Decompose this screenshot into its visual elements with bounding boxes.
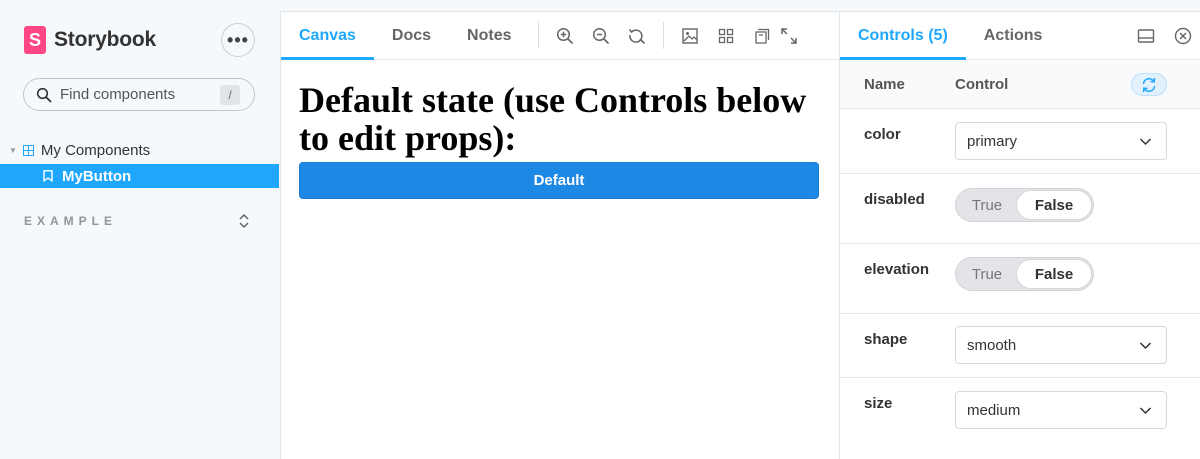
sidebar: S Storybook ••• Find components / ▼ My C… bbox=[0, 0, 280, 459]
shape-select[interactable]: smooth bbox=[955, 326, 1167, 364]
caret-down-icon: ▼ bbox=[9, 145, 17, 155]
addons-panel: Controls (5) Actions Name Control color bbox=[839, 11, 1200, 459]
canvas-panel: Canvas Docs Notes Default state (use Con… bbox=[280, 11, 840, 459]
tree-item-label: MyButton bbox=[62, 167, 132, 185]
toggle-option-true[interactable]: True bbox=[956, 197, 1018, 214]
section-label: EXAMPLE bbox=[24, 214, 118, 228]
zoom-reset-icon bbox=[628, 28, 645, 44]
zoom-out-button[interactable] bbox=[583, 12, 619, 59]
close-panel-button[interactable] bbox=[1164, 26, 1200, 46]
tab-canvas[interactable]: Canvas bbox=[281, 12, 374, 60]
controls-table-header: Name Control bbox=[840, 61, 1200, 109]
ellipsis-icon: ••• bbox=[227, 29, 249, 50]
outline-icon bbox=[754, 28, 769, 44]
panel-orientation-button[interactable] bbox=[1127, 26, 1164, 46]
toggle-option-true[interactable]: True bbox=[956, 266, 1018, 283]
story-heading: Default state (use Controls below to edi… bbox=[299, 80, 807, 158]
section-example[interactable]: EXAMPLE bbox=[24, 212, 254, 230]
brand-name: Storybook bbox=[54, 28, 157, 51]
tab-docs[interactable]: Docs bbox=[374, 12, 449, 59]
default-button[interactable]: Default bbox=[299, 162, 819, 199]
toolbar-divider bbox=[662, 22, 664, 49]
storybook-app: S Storybook ••• Find components / ▼ My C… bbox=[0, 0, 1200, 459]
toolbar-divider bbox=[537, 22, 539, 49]
chevron-down-icon bbox=[1139, 407, 1152, 415]
close-icon bbox=[1174, 27, 1191, 45]
panel-layout-icon bbox=[1137, 29, 1154, 43]
select-value: primary bbox=[967, 132, 1018, 150]
panel-actions bbox=[1127, 12, 1200, 60]
menu-button[interactable]: ••• bbox=[221, 23, 255, 57]
zoom-reset-button[interactable] bbox=[619, 12, 655, 59]
control-row-size: size medium bbox=[840, 378, 1200, 459]
control-row-elevation: elevation True False bbox=[840, 244, 1200, 314]
background-icon bbox=[681, 27, 698, 44]
bookmark-icon bbox=[43, 170, 53, 182]
control-row-disabled: disabled True False bbox=[840, 174, 1200, 244]
toggle-option-false[interactable]: False bbox=[1016, 259, 1092, 289]
control-label: elevation bbox=[864, 261, 930, 278]
grid-icon bbox=[718, 28, 733, 43]
tab-actions[interactable]: Actions bbox=[966, 12, 1061, 59]
control-label: shape bbox=[864, 331, 908, 348]
fullscreen-icon bbox=[780, 27, 797, 44]
canvas-tabs: Canvas Docs Notes bbox=[281, 12, 840, 60]
reset-controls-button[interactable] bbox=[1131, 73, 1167, 96]
fullscreen-button[interactable] bbox=[780, 12, 804, 59]
brand[interactable]: S Storybook bbox=[24, 26, 156, 54]
tree-item-mybutton[interactable]: MyButton bbox=[0, 164, 279, 188]
search-field[interactable]: Find components / bbox=[23, 78, 255, 111]
chevron-down-icon bbox=[1139, 342, 1152, 350]
search-icon bbox=[36, 87, 52, 102]
tree-group-my-components[interactable]: ▼ My Components bbox=[0, 139, 280, 161]
chevron-down-icon bbox=[1139, 138, 1152, 146]
zoom-in-button[interactable] bbox=[547, 12, 583, 59]
addons-tabs: Controls (5) Actions bbox=[840, 12, 1200, 60]
grid-button[interactable] bbox=[708, 12, 744, 59]
search-shortcut-badge: / bbox=[220, 85, 240, 105]
tab-notes[interactable]: Notes bbox=[449, 12, 529, 59]
zoom-in-icon bbox=[556, 27, 573, 44]
column-header-control: Control bbox=[955, 76, 1009, 93]
tab-controls[interactable]: Controls (5) bbox=[840, 12, 966, 60]
search-placeholder: Find components bbox=[60, 86, 176, 103]
control-label: disabled bbox=[864, 191, 925, 208]
background-button[interactable] bbox=[672, 12, 708, 59]
select-value: medium bbox=[967, 401, 1021, 419]
zoom-out-icon bbox=[592, 27, 609, 44]
elevation-toggle[interactable]: True False bbox=[955, 257, 1094, 291]
disabled-toggle[interactable]: True False bbox=[955, 188, 1094, 222]
column-header-name: Name bbox=[864, 76, 905, 93]
size-select[interactable]: medium bbox=[955, 391, 1167, 429]
component-icon bbox=[22, 144, 34, 156]
storybook-logo: S bbox=[24, 26, 46, 54]
tree-group-label: My Components bbox=[40, 141, 151, 159]
expand-collapse-icon bbox=[239, 213, 249, 229]
outline-button[interactable] bbox=[744, 12, 780, 59]
refresh-icon bbox=[1142, 77, 1156, 92]
story-preview: Default state (use Controls below to edi… bbox=[299, 81, 821, 199]
control-row-color: color primary bbox=[840, 110, 1200, 174]
control-label: color bbox=[864, 126, 901, 143]
control-row-shape: shape smooth bbox=[840, 314, 1200, 378]
control-label: size bbox=[864, 395, 893, 412]
color-select[interactable]: primary bbox=[955, 122, 1167, 160]
toggle-option-false[interactable]: False bbox=[1016, 190, 1092, 220]
select-value: smooth bbox=[967, 336, 1017, 354]
